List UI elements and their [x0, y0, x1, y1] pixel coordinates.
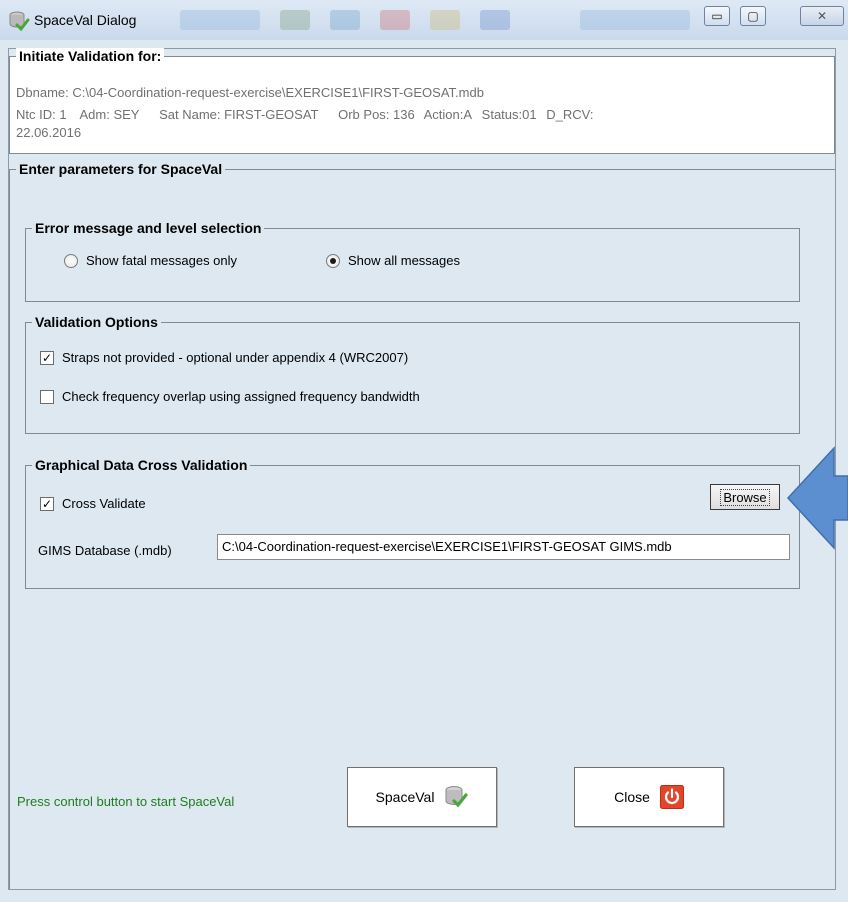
background-icon	[280, 10, 310, 30]
background-search	[580, 10, 690, 30]
sat-name: Sat Name: FIRST-GEOSAT	[159, 107, 319, 122]
close-icon: ✕	[816, 9, 828, 23]
gims-database-input[interactable]: C:\04-Coordination-request-exercise\EXER…	[217, 534, 790, 560]
graphical-legend: Graphical Data Cross Validation	[32, 457, 251, 473]
browse-label: Browse	[720, 488, 770, 506]
d-rcv-date: 22.06.2016	[16, 125, 82, 140]
maximize-icon: ▢	[747, 9, 759, 23]
error-level-legend: Error message and level selection	[32, 220, 265, 236]
straps-label: Straps not provided - optional under app…	[62, 350, 409, 365]
status-message: Press control button to start SpaceVal	[17, 794, 235, 809]
left-arrow-annotation-icon	[786, 446, 848, 550]
error-level-group: Error message and level selection Show f…	[25, 220, 800, 302]
background-icon	[330, 10, 360, 30]
window-title: SpaceVal Dialog	[34, 12, 137, 28]
notice-info-line: Ntc ID: 1 Adm: SEY Sat Name: FIRST-GEOSA…	[16, 107, 609, 122]
spaceval-button[interactable]: SpaceVal	[347, 767, 497, 827]
overlap-label: Check frequency overlap using assigned f…	[62, 389, 420, 404]
ntc-id: Ntc ID: 1	[16, 107, 67, 122]
background-icon	[480, 10, 510, 30]
initiate-validation-group: Initiate Validation for: Dbname: C:\04-C…	[9, 48, 835, 154]
close-button-label: Close	[614, 789, 650, 805]
d-rcv-label: D_RCV:	[546, 107, 594, 122]
validation-options-legend: Validation Options	[32, 314, 161, 330]
cross-validate-label: Cross Validate	[62, 496, 146, 511]
close-window-button[interactable]: ✕	[800, 6, 844, 26]
radio-fatal-only[interactable]: Show fatal messages only	[64, 253, 237, 268]
overlap-checkbox[interactable]	[40, 389, 54, 404]
validation-options-group: Validation Options ✓ Straps not provided…	[25, 314, 800, 434]
cross-validate-checkbox[interactable]: ✓	[40, 496, 54, 511]
background-icon	[430, 10, 460, 30]
graphical-cross-validation-group: Graphical Data Cross Validation ✓ Cross …	[25, 457, 800, 589]
radio-all-circle[interactable]	[326, 253, 340, 268]
power-icon	[659, 785, 684, 809]
overlap-option[interactable]: Check frequency overlap using assigned f…	[40, 389, 420, 404]
minimize-icon: ▭	[711, 9, 723, 23]
adm-value: Adm: SEY	[79, 107, 140, 122]
dialog-client-area: Initiate Validation for: Dbname: C:\04-C…	[0, 40, 848, 902]
straps-checkbox[interactable]: ✓	[40, 350, 54, 365]
database-check-icon	[9, 11, 30, 32]
maximize-button[interactable]: ▢	[740, 6, 766, 26]
gims-database-label: GIMS Database (.mdb)	[38, 543, 172, 558]
dialog-frame: Initiate Validation for: Dbname: C:\04-C…	[8, 48, 836, 890]
database-check-icon	[445, 786, 469, 808]
initiate-validation-legend: Initiate Validation for:	[16, 48, 165, 64]
browse-button[interactable]: Browse	[710, 484, 780, 510]
radio-all-label: Show all messages	[348, 253, 460, 268]
minimize-button[interactable]: ▭	[704, 6, 730, 26]
dbname-value: Dbname: C:\04-Coordination-request-exerc…	[16, 85, 484, 100]
radio-all-messages[interactable]: Show all messages	[326, 253, 460, 268]
title-bar: SpaceVal Dialog ▭ ▢ ✕	[0, 0, 848, 41]
straps-option[interactable]: ✓ Straps not provided - optional under a…	[40, 350, 408, 365]
date-line: 22.06.2016	[16, 125, 97, 140]
cross-validate-option[interactable]: ✓ Cross Validate	[40, 496, 146, 511]
background-icon	[380, 10, 410, 30]
parameters-legend: Enter parameters for SpaceVal	[16, 161, 226, 177]
status-value: Status:01	[481, 107, 537, 122]
radio-fatal-label: Show fatal messages only	[86, 253, 238, 268]
background-toolbar	[180, 10, 260, 30]
dbname-line: Dbname: C:\04-Coordination-request-exerc…	[16, 85, 500, 100]
radio-fatal-circle[interactable]	[64, 253, 78, 268]
spaceval-button-label: SpaceVal	[375, 789, 435, 805]
orb-pos: Orb Pos: 136	[338, 107, 415, 122]
close-button[interactable]: Close	[574, 767, 724, 827]
action-value: Action:A	[423, 107, 473, 122]
